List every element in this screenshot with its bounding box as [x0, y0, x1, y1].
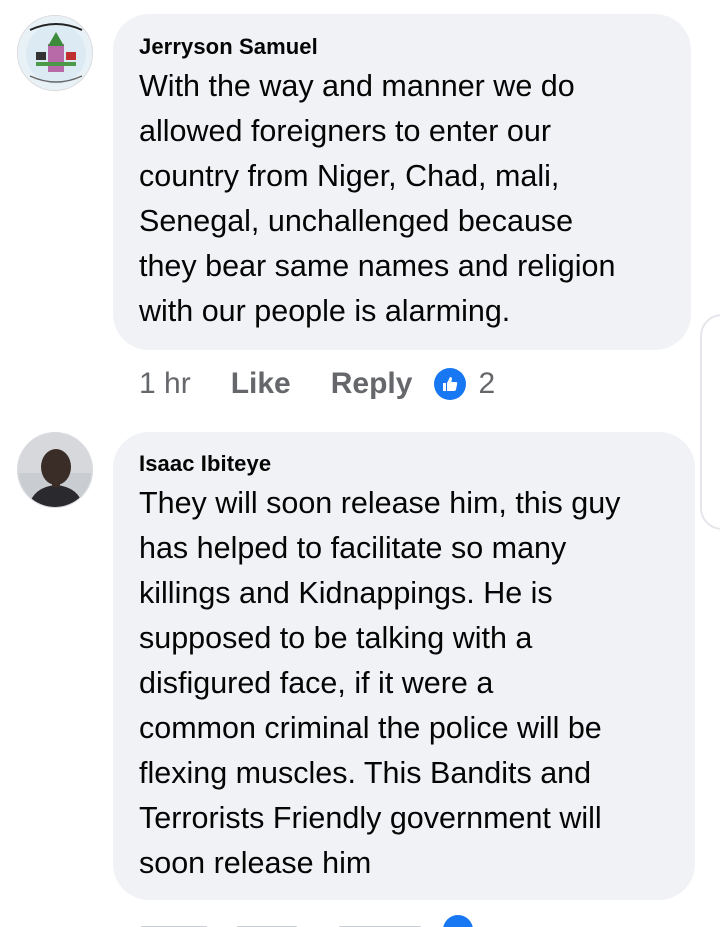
comment-line: They will soon release him, this guy: [139, 486, 621, 520]
comment-line: with our people is alarming.: [139, 294, 511, 328]
comment-line: they bear same names and religion: [139, 249, 616, 283]
comment-line: disfigured face, if it were a: [139, 666, 494, 700]
comment-line: soon release him: [139, 846, 372, 880]
comment-bubble: Jerryson Samuel With the way and manner …: [113, 14, 691, 350]
comment-line: killings and Kidnappings. He is: [139, 576, 553, 610]
like-button[interactable]: Like: [231, 367, 291, 401]
side-panel-handle[interactable]: [700, 314, 720, 530]
comment-line: flexing muscles. This Bandits and: [139, 756, 592, 790]
comment-author[interactable]: Jerryson Samuel: [139, 34, 667, 60]
comment-actions-partial: 5: [139, 906, 539, 927]
comment-line: Senegal, unchallenged because: [139, 204, 574, 238]
comment-text: With the way and manner we do allowed fo…: [139, 64, 667, 334]
organization-logo-icon: [18, 16, 92, 90]
comment-text: They will soon release him, this guy has…: [139, 481, 671, 886]
comment-bubble: Isaac Ibiteye They will soon release him…: [113, 432, 695, 900]
reaction-count[interactable]: 2: [478, 367, 495, 401]
comment-timestamp[interactable]: 1 hr: [139, 367, 191, 401]
comment-author[interactable]: Isaac Ibiteye: [139, 451, 671, 477]
comment-line: has helped to facilitate so many: [139, 531, 567, 565]
comment-line: common criminal the police will be: [139, 711, 602, 745]
comments-page: Jerryson Samuel With the way and manner …: [0, 0, 720, 927]
profile-photo-icon: [18, 433, 92, 507]
comment-line: country from Niger, Chad, mali,: [139, 159, 560, 193]
comment-line: supposed to be talking with a: [139, 621, 533, 655]
reply-button[interactable]: Reply: [331, 367, 413, 401]
avatar[interactable]: [17, 15, 93, 91]
thumbs-up-icon[interactable]: [443, 915, 473, 927]
comment-line: allowed foreigners to enter our: [139, 114, 551, 148]
avatar[interactable]: [17, 432, 93, 508]
comment-line: Terrorists Friendly government will: [139, 801, 602, 835]
comment-actions: 1 hr Like Reply 2: [139, 362, 495, 406]
thumbs-up-icon[interactable]: [434, 368, 467, 400]
comment-line: With the way and manner we do: [139, 69, 575, 103]
